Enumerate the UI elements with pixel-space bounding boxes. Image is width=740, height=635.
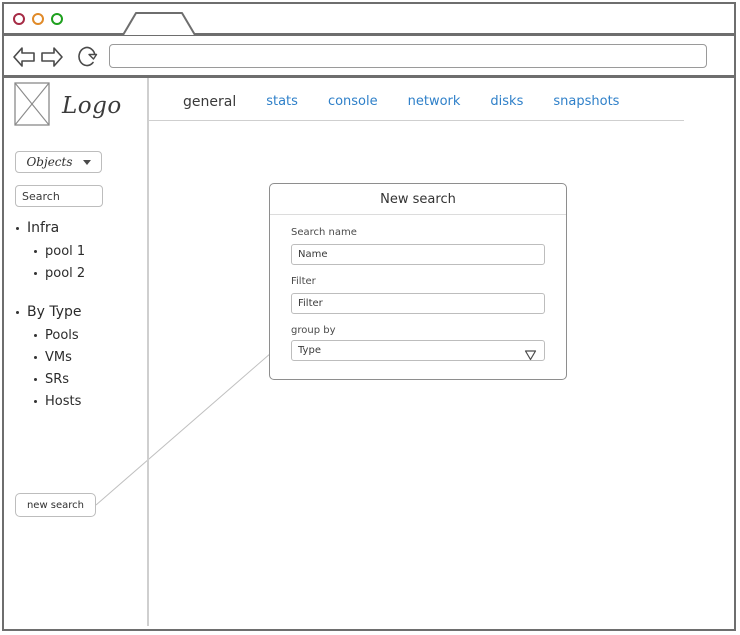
search-name-label: Search name: [291, 227, 357, 238]
bullet-icon: [34, 249, 37, 253]
object-tree: Infra pool 1 pool 2 By Type Pools VMs SR…: [4, 216, 149, 428]
caret-down-icon: [82, 159, 91, 165]
tab-snapshots[interactable]: snapshots: [553, 94, 619, 109]
tree-node-label: Infra: [27, 220, 60, 236]
tree-node-pool-2[interactable]: pool 2: [4, 262, 149, 284]
bullet-icon: [34, 399, 37, 403]
filter-input[interactable]: [291, 293, 545, 314]
tree-node-hosts[interactable]: Hosts: [4, 390, 149, 412]
browser-window: Logo Objects Infra pool 1: [2, 2, 736, 631]
browser-nav-bar: [4, 36, 734, 78]
search-input[interactable]: [15, 185, 103, 207]
window-controls: [13, 13, 63, 25]
filter-label: Filter: [291, 276, 316, 287]
dialog-body: Search name Filter group by Type: [270, 215, 566, 379]
bullet-icon: [34, 271, 37, 275]
minimize-window-button[interactable]: [32, 13, 44, 25]
main-area: general stats console network disks snap…: [149, 78, 734, 626]
tree-node-srs[interactable]: SRs: [4, 368, 149, 390]
tree-node-pools[interactable]: Pools: [4, 324, 149, 346]
tree-node-infra[interactable]: Infra: [4, 216, 149, 240]
url-input[interactable]: [109, 44, 707, 68]
close-window-button[interactable]: [13, 13, 25, 25]
new-search-button[interactable]: new search: [15, 493, 96, 517]
group-by-label: group by: [291, 325, 336, 336]
back-arrow-icon[interactable]: [12, 46, 36, 72]
objects-dropdown[interactable]: Objects: [15, 151, 102, 173]
browser-tab[interactable]: [122, 10, 196, 36]
tree-group-by-type: By Type Pools VMs SRs Hosts: [4, 300, 149, 412]
tree-node-label: SRs: [45, 371, 70, 387]
logo-area: Logo: [14, 82, 122, 130]
maximize-window-button[interactable]: [51, 13, 63, 25]
tab-stats[interactable]: stats: [266, 94, 298, 109]
bullet-icon: [34, 333, 37, 337]
tree-node-label: Hosts: [45, 393, 82, 409]
sidebar: Logo Objects Infra pool 1: [4, 78, 149, 626]
triangle-down-icon: [524, 346, 537, 365]
tree-node-label: Pools: [45, 327, 79, 343]
browser-title-bar: [4, 4, 734, 36]
bullet-icon: [16, 310, 19, 314]
bullet-icon: [16, 226, 19, 230]
field-group-group-by: group by Type: [291, 325, 545, 361]
tree-group-infra: Infra pool 1 pool 2: [4, 216, 149, 284]
bullet-icon: [34, 377, 37, 381]
dialog-header: New search: [270, 184, 566, 215]
group-by-select[interactable]: Type: [291, 340, 545, 361]
tab-bar: general stats console network disks snap…: [149, 83, 684, 121]
tree-node-label: VMs: [45, 349, 72, 365]
reload-icon[interactable]: [78, 45, 100, 73]
tab-general[interactable]: general: [183, 94, 236, 110]
search-name-input[interactable]: [291, 244, 545, 265]
field-group-search-name: Search name: [291, 227, 545, 265]
page-content: Logo Objects Infra pool 1: [4, 78, 734, 626]
tab-network[interactable]: network: [408, 94, 461, 109]
tree-node-label: By Type: [27, 304, 82, 320]
logo-text: Logo: [62, 93, 122, 119]
tree-node-vms[interactable]: VMs: [4, 346, 149, 368]
tree-node-pool-1[interactable]: pool 1: [4, 240, 149, 262]
image-placeholder-icon: [14, 82, 50, 130]
new-search-dialog: New search Search name Filter group by: [269, 183, 567, 380]
tab-console[interactable]: console: [328, 94, 378, 109]
group-by-selected-value: Type: [298, 345, 321, 356]
tree-node-label: pool 1: [45, 243, 86, 259]
bullet-icon: [34, 355, 37, 359]
field-group-filter: Filter: [291, 276, 545, 314]
objects-dropdown-label: Objects: [26, 155, 73, 169]
tree-node-label: pool 2: [45, 265, 86, 281]
forward-arrow-icon[interactable]: [40, 46, 64, 72]
tab-disks[interactable]: disks: [490, 94, 523, 109]
dialog-title: New search: [380, 191, 456, 207]
tree-node-by-type[interactable]: By Type: [4, 300, 149, 324]
